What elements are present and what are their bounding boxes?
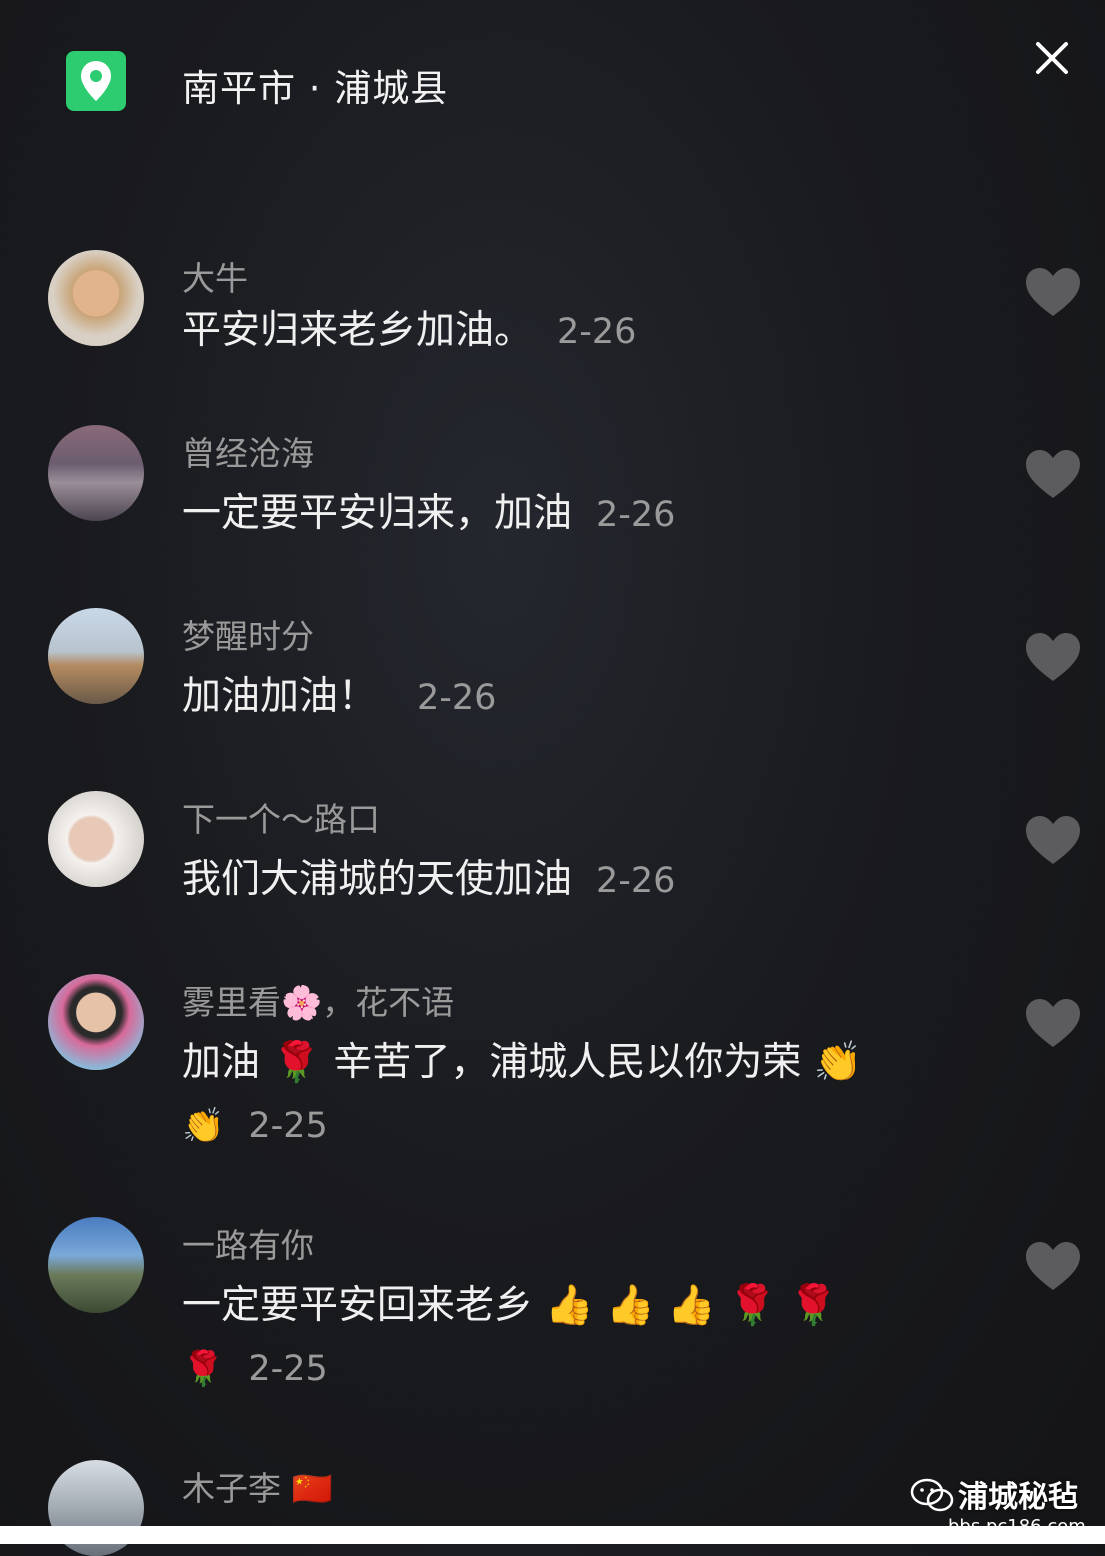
comment-date: 2-25 (248, 1349, 328, 1389)
comment-text: 一定要平安回来老乡 👍 👍 👍 🌹 🌹 🌹 2-25 (182, 1283, 838, 1389)
close-button[interactable] (1030, 36, 1074, 80)
comment-text: 一定要平安归来，加油 2-26 (182, 491, 676, 536)
comment-text: 加油 🌹 辛苦了，浦城人民以你为荣 👏 👏 2-25 (182, 1040, 863, 1146)
comment-username[interactable]: 木子李 🇨🇳 (182, 1462, 333, 1510)
comment-date: 2-25 (248, 1106, 328, 1146)
comment-date: 2-26 (417, 678, 497, 718)
bottom-edge (0, 1526, 1105, 1544)
comment-username[interactable]: 大牛 (182, 252, 248, 300)
location-title: 南平市 · 浦城县 (182, 67, 449, 110)
comment-date: 2-26 (596, 861, 676, 901)
comment-username[interactable]: 曾经沧海 (182, 427, 314, 475)
comment-text: 平安归来老乡加油。 2-26 (182, 308, 637, 353)
close-icon (1036, 42, 1068, 74)
avatar[interactable] (48, 608, 144, 704)
avatar[interactable] (48, 1217, 144, 1313)
like-heart-icon[interactable] (1024, 266, 1082, 318)
comment-text: 加油加油！ 2-26 (182, 674, 497, 719)
comment-username[interactable]: 下一个～路口 (182, 793, 380, 841)
like-heart-icon[interactable] (1024, 631, 1082, 683)
avatar[interactable] (48, 791, 144, 887)
avatar[interactable] (48, 974, 144, 1070)
comment-username[interactable]: 雾里看🌸，花不语 (182, 976, 454, 1024)
comment-username[interactable]: 一路有你 (182, 1219, 314, 1267)
avatar[interactable] (48, 425, 144, 521)
like-heart-icon[interactable] (1024, 997, 1082, 1049)
like-heart-icon[interactable] (1024, 814, 1082, 866)
watermark-name: 浦城秘毡 (958, 1480, 1078, 1515)
header: 南平市 · 浦城县 (0, 0, 1105, 160)
wechat-icon (910, 1478, 954, 1514)
like-heart-icon[interactable] (1024, 448, 1082, 500)
like-heart-icon[interactable] (1024, 1240, 1082, 1292)
comment-username[interactable]: 梦醒时分 (182, 610, 314, 658)
comment-date: 2-26 (557, 312, 637, 352)
avatar[interactable] (48, 250, 144, 346)
comment-text: 我们大浦城的天使加油 2-26 (182, 857, 676, 902)
comment-date: 2-26 (596, 495, 676, 535)
location-pin-icon (66, 51, 126, 111)
